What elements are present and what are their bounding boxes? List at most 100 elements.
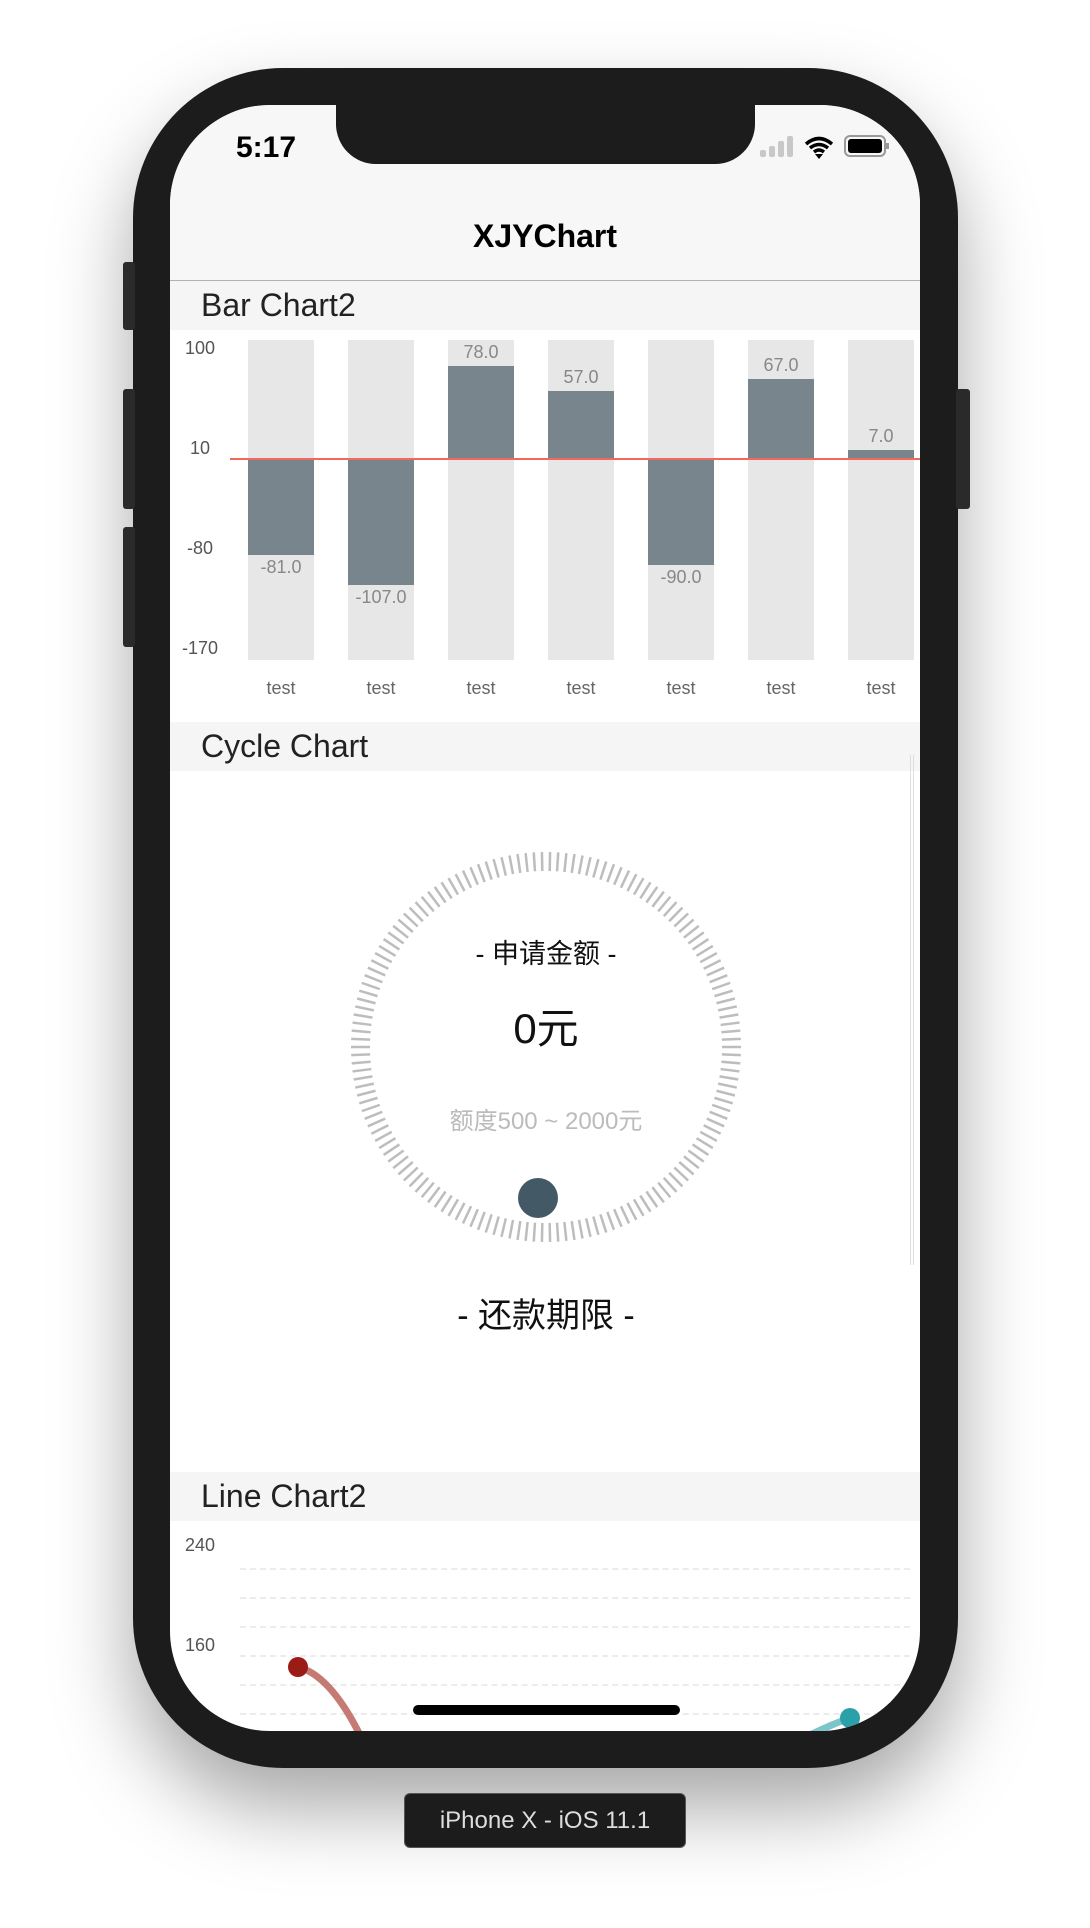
nav-title: XJYChart bbox=[472, 218, 618, 254]
ring-tick bbox=[570, 1220, 576, 1241]
section-title: Cycle Chart bbox=[201, 728, 369, 764]
ring-tick bbox=[687, 1149, 705, 1163]
ring-tick bbox=[613, 1208, 623, 1228]
bar-y-tick: 10 bbox=[189, 438, 211, 458]
ring-tick bbox=[508, 855, 515, 875]
line-series bbox=[288, 1657, 860, 1731]
line-point-teal bbox=[840, 1708, 860, 1728]
cycle-title: - 申请金额 - bbox=[475, 939, 617, 969]
ring-tick bbox=[461, 1205, 473, 1224]
bar-y-tick: -80 bbox=[186, 538, 213, 558]
ring-tick bbox=[570, 853, 576, 874]
gridline bbox=[240, 1597, 910, 1599]
ring-tick bbox=[476, 1211, 486, 1231]
ring-tick bbox=[492, 1216, 500, 1236]
section-header-cycle-chart: Cycle Chart bbox=[170, 722, 920, 771]
home-indicator[interactable] bbox=[413, 1705, 680, 1715]
ring-tick bbox=[461, 870, 473, 889]
ring-tick bbox=[500, 856, 508, 876]
bar-x-label: test bbox=[466, 678, 496, 698]
notch bbox=[336, 105, 755, 164]
ring-tick bbox=[469, 1208, 479, 1228]
ring-tick bbox=[484, 861, 493, 881]
ring-tick bbox=[447, 877, 460, 896]
bar[interactable] bbox=[748, 379, 814, 459]
cycle-knob[interactable] bbox=[518, 1178, 558, 1218]
ring-tick bbox=[632, 1198, 645, 1217]
ring-tick bbox=[454, 1202, 466, 1221]
bar-x-label: test bbox=[866, 678, 896, 698]
ring-tick bbox=[626, 873, 638, 892]
bar-track bbox=[548, 340, 614, 660]
ring-tick bbox=[353, 1075, 373, 1081]
ring-tick bbox=[606, 863, 616, 883]
section-title: Bar Chart2 bbox=[201, 287, 356, 323]
ring-tick bbox=[584, 1218, 592, 1238]
ring-tick bbox=[352, 1067, 372, 1073]
ring-tick bbox=[719, 1075, 739, 1081]
ring-tick bbox=[433, 886, 447, 904]
screen: XJYChart 5:17 Bar Chart2 100 10 -80 -170 -81… bbox=[170, 105, 920, 1731]
gridline bbox=[240, 1626, 910, 1628]
ring-tick bbox=[508, 1219, 515, 1239]
ring-tick bbox=[717, 1082, 737, 1089]
bar-track bbox=[848, 340, 914, 660]
ring-tick bbox=[447, 1198, 460, 1217]
ring-tick bbox=[382, 1143, 401, 1156]
section-header-line-chart: Line Chart2 bbox=[170, 1472, 920, 1521]
ring-tick bbox=[720, 1067, 740, 1073]
bar[interactable] bbox=[548, 390, 614, 459]
ring-tick bbox=[555, 852, 560, 872]
ring-tick bbox=[524, 1221, 529, 1242]
power-button bbox=[956, 389, 970, 509]
ring-tick bbox=[577, 855, 584, 875]
ring-tick bbox=[427, 1186, 441, 1204]
bar-value-label: -81.0 bbox=[260, 556, 302, 577]
bar-x-label: test bbox=[566, 678, 596, 698]
device-label: iPhone X - iOS 11.1 bbox=[404, 1793, 686, 1848]
bar-x-label: test bbox=[266, 678, 296, 698]
line-point-red bbox=[288, 1657, 308, 1677]
ring-tick bbox=[613, 866, 623, 886]
status-time: 5:17 bbox=[236, 131, 297, 164]
ring-tick bbox=[645, 1190, 659, 1208]
repayment-term-label[interactable]: - 还款期限 - bbox=[346, 1288, 746, 1337]
ring-tick bbox=[516, 853, 522, 874]
bar[interactable] bbox=[448, 366, 514, 459]
ring-tick bbox=[626, 1202, 638, 1221]
ring-tick bbox=[584, 856, 592, 876]
ring-tick bbox=[711, 981, 731, 991]
ring-tick bbox=[484, 1213, 493, 1233]
ring-tick bbox=[632, 877, 645, 896]
ring-tick bbox=[619, 1205, 631, 1224]
bar-y-tick: 100 bbox=[184, 338, 216, 358]
bar[interactable] bbox=[648, 458, 714, 566]
ring-tick bbox=[651, 890, 665, 908]
ring-tick bbox=[500, 1218, 508, 1238]
ring-tick bbox=[599, 861, 608, 881]
ring-tick bbox=[440, 1194, 453, 1213]
ring-tick bbox=[440, 881, 453, 900]
scroll-indicator[interactable] bbox=[910, 755, 914, 1265]
ring-tick bbox=[577, 1219, 584, 1239]
ring-tick bbox=[532, 852, 537, 872]
bar[interactable] bbox=[348, 458, 414, 586]
ring-tick bbox=[721, 1060, 741, 1065]
ring-tick bbox=[356, 1089, 376, 1097]
ring-tick bbox=[691, 1143, 710, 1156]
ring-tick bbox=[592, 858, 600, 878]
section-title: Line Chart2 bbox=[201, 1478, 367, 1514]
ring-tick bbox=[639, 1194, 652, 1213]
bar-value-label: 78.0 bbox=[463, 342, 499, 363]
volume-down-button bbox=[123, 527, 135, 647]
ring-tick bbox=[387, 1149, 405, 1163]
ring-tick bbox=[563, 1221, 568, 1242]
ring-tick bbox=[516, 1220, 522, 1241]
bar-value-label: 57.0 bbox=[563, 366, 599, 387]
bar-x-label: test bbox=[666, 678, 696, 698]
ring-tick bbox=[355, 1082, 375, 1089]
ring-tick bbox=[695, 1137, 714, 1150]
ring-tick bbox=[606, 1211, 616, 1231]
ring-tick bbox=[476, 863, 486, 883]
bar[interactable] bbox=[248, 458, 314, 555]
